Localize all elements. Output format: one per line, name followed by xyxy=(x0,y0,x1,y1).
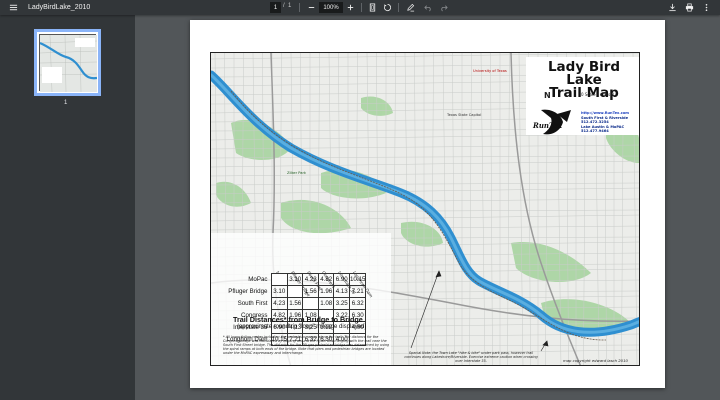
runtex-line: 512.477.9464 xyxy=(581,129,609,134)
table-cell: 4.23 xyxy=(302,273,319,286)
thumbnail-sidebar: 1 xyxy=(0,15,135,400)
table-cell: 4.23 xyxy=(270,297,288,310)
plus-icon xyxy=(347,4,354,11)
runtex-info: http://www.RunTex.com South First & Rive… xyxy=(581,111,629,134)
undo-icon xyxy=(424,5,431,12)
runtex-logo: RunTex xyxy=(532,109,571,135)
table-cell: 4.82 xyxy=(318,273,335,286)
rotate-button[interactable] xyxy=(380,0,395,15)
pdf-toolbar: LadyBirdLake_2010 1 / 1 100% xyxy=(0,0,720,15)
toolbar-divider xyxy=(398,3,399,12)
table-cell: 3.10 xyxy=(287,273,304,286)
rotate-icon xyxy=(383,3,392,12)
download-icon xyxy=(669,3,676,12)
print-button[interactable] xyxy=(682,0,697,15)
row-label: South First xyxy=(237,300,268,307)
menu-button[interactable] xyxy=(6,0,21,15)
table-cell xyxy=(302,297,319,310)
undo-button[interactable] xyxy=(421,0,436,15)
row-label: MoPac xyxy=(248,276,268,283)
runtex-url: http://www.RunTex.com xyxy=(581,111,630,115)
more-vert-icon xyxy=(705,3,708,12)
table-cell: 4.13 xyxy=(333,285,350,298)
distance-table-title: Trail Distances* from Bridge to Bridge xyxy=(233,315,363,324)
table-cell: 3.25 xyxy=(333,297,350,310)
table-cell: 1.96 xyxy=(318,285,335,298)
total-pages: 1 xyxy=(288,3,292,9)
map-title-line-1: Lady Bird Lake xyxy=(547,59,621,88)
toolbar-divider xyxy=(361,3,362,12)
document-title: LadyBirdLake_2010 xyxy=(28,4,91,11)
more-options-button[interactable] xyxy=(699,0,714,15)
table-cell: 7.21 xyxy=(348,285,367,298)
fit-page-button[interactable] xyxy=(365,0,380,15)
table-cell xyxy=(270,273,288,286)
map-label-zilker: Zilker Park xyxy=(287,171,307,175)
fit-to-page-icon xyxy=(369,3,376,12)
pen-icon xyxy=(407,3,415,12)
map-scale: 0 Scale - miles 0.5 xyxy=(581,92,618,97)
annotate-button[interactable] xyxy=(403,0,418,15)
zoom-in-button[interactable] xyxy=(343,0,358,15)
thumbnail-page-number: 1 xyxy=(64,100,68,106)
redo-button[interactable] xyxy=(436,0,451,15)
north-arrow: N xyxy=(544,91,551,100)
table-cell: 6.32 xyxy=(348,297,367,310)
map-label-university: University of Texas xyxy=(473,69,507,73)
row-label: Pfluger Bridge xyxy=(228,288,268,295)
table-cell: 3.10 xyxy=(270,285,288,298)
page-number-input[interactable]: 1 xyxy=(270,2,281,13)
page-thumbnail[interactable] xyxy=(34,29,101,96)
thumbnail-map-preview xyxy=(39,34,98,93)
map-label-capitol: Texas State Capitol xyxy=(447,113,482,117)
minus-icon xyxy=(308,7,315,8)
table-row: MoPac 3.10 4.23 4.82 6.90 10.15 xyxy=(221,273,367,286)
menu-icon xyxy=(9,4,18,11)
zoom-input[interactable]: 100% xyxy=(319,2,343,13)
download-button[interactable] xyxy=(665,0,680,15)
page-separator: / xyxy=(283,3,285,9)
distance-table-column-headers: MoPac Pfluger Bridge South First Congres… xyxy=(273,243,381,298)
distance-footnote: * All loops follow routes including the … xyxy=(223,335,390,355)
printer-icon xyxy=(685,3,694,12)
table-cell: 10.15 xyxy=(348,273,367,286)
special-note: Special Note: the Town Lake "hike & bike… xyxy=(404,351,538,363)
zoom-out-button[interactable] xyxy=(304,0,319,15)
toolbar-divider xyxy=(299,3,300,12)
trail-map: Lady Bird Lake Trail Map N 0 Scale - mil… xyxy=(210,52,640,366)
svg-text:RunTex: RunTex xyxy=(532,121,563,130)
map-copyright: map copyright edward lasch 2010 xyxy=(563,358,628,363)
table-cell xyxy=(287,285,304,298)
table-cell: 1.56 xyxy=(302,285,319,298)
table-cell: 1.56 xyxy=(287,297,304,310)
table-row: Pfluger Bridge 3.10 1.56 1.96 4.13 7.21 xyxy=(221,285,367,298)
table-cell: 1.08 xyxy=(318,297,335,310)
redo-icon xyxy=(441,5,448,12)
pdf-page: Lady Bird Lake Trail Map N 0 Scale - mil… xyxy=(190,20,665,388)
table-row: South First 4.23 1.56 1.08 3.25 6.32 xyxy=(221,297,367,310)
table-cell: 6.90 xyxy=(333,273,350,286)
distance-table-subtitle: (approximate roundtrip "loop" mileage di… xyxy=(237,324,367,330)
